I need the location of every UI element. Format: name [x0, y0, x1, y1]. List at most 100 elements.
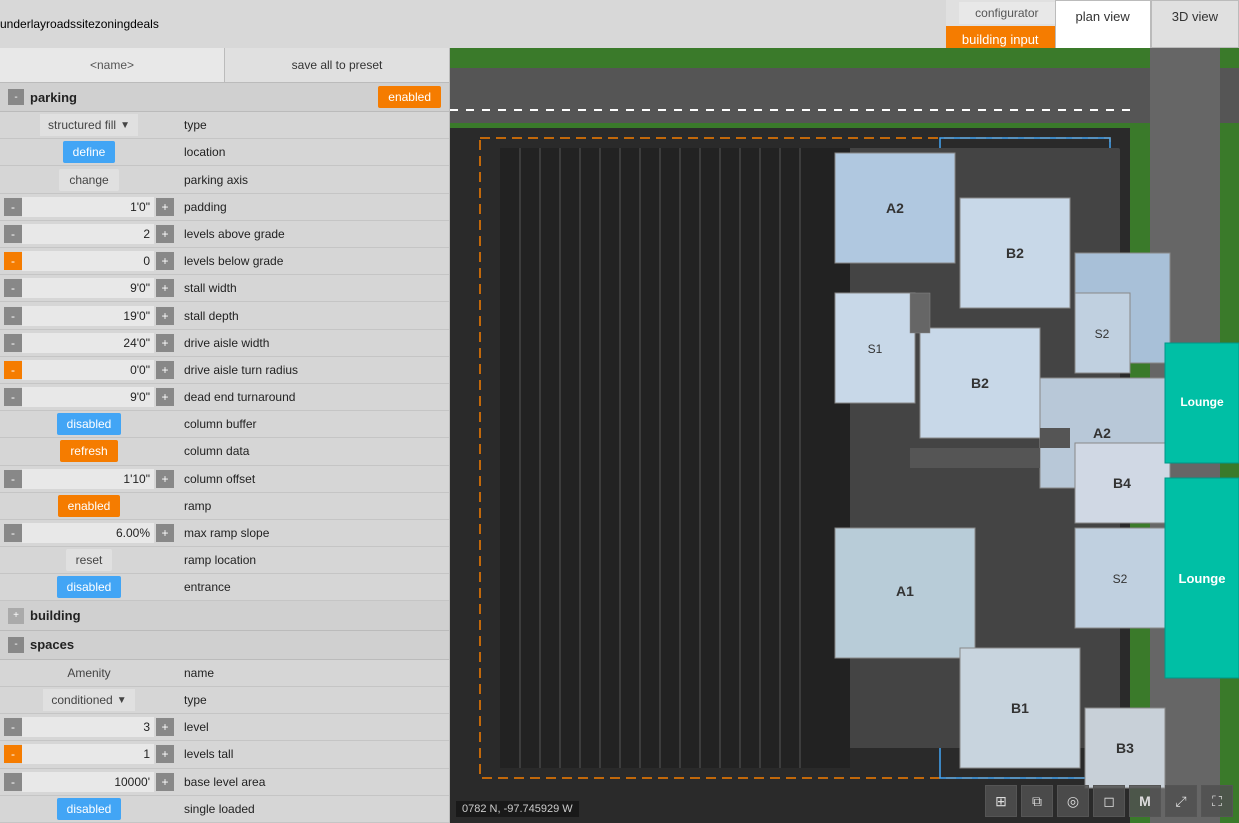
levels-below-label: levels below grade [174, 254, 445, 268]
expand-tool-button[interactable]: ⛶ [1201, 785, 1233, 817]
amenity-name-row: Amenity name [0, 660, 449, 687]
padding-minus-button[interactable]: - [4, 198, 22, 216]
stall-depth-plus-button[interactable]: + [156, 307, 174, 325]
turn-radius-row: - 0'0" + drive aisle turn radius [0, 357, 449, 384]
ramp-button[interactable]: enabled [58, 495, 121, 517]
ramp-location-row: reset ramp location [0, 547, 449, 574]
stall-depth-minus-button[interactable]: - [4, 307, 22, 325]
levels-below-minus-button[interactable]: - [4, 252, 22, 270]
column-buffer-label: column buffer [174, 417, 445, 431]
levels-below-plus-button[interactable]: + [156, 252, 174, 270]
plan-view-tab[interactable]: plan view [1055, 0, 1151, 48]
spaces-section-header[interactable]: - spaces [0, 631, 449, 660]
define-location-row: define location [0, 139, 449, 166]
location-label: location [174, 145, 445, 159]
configurator-label[interactable]: configurator [959, 2, 1054, 24]
drive-aisle-plus-button[interactable]: + [156, 334, 174, 352]
spaces-toggle[interactable]: - [8, 637, 24, 653]
column-data-label: column data [174, 444, 445, 458]
cube-tool-button[interactable]: ◻ [1093, 785, 1125, 817]
dead-end-value: 9'0" [22, 387, 154, 407]
turn-radius-plus-button[interactable]: + [156, 361, 174, 379]
single-loaded-label: single loaded [174, 802, 445, 816]
column-buffer-row: disabled column buffer [0, 411, 449, 438]
amenity-label: Amenity [67, 666, 110, 680]
column-buffer-button[interactable]: disabled [57, 413, 122, 435]
structured-fill-row: structured fill ▼ type [0, 112, 449, 139]
svg-text:A1: A1 [896, 583, 914, 599]
max-ramp-plus-button[interactable]: + [156, 524, 174, 542]
define-button[interactable]: define [63, 141, 116, 163]
entrance-label: entrance [174, 580, 445, 594]
level-minus-button[interactable]: - [4, 718, 22, 736]
map-toolbar: ⊞ ⧉ ◎ ◻ M ⤢ ⛶ [985, 785, 1233, 817]
layers-tool-button[interactable]: ⧉ [1021, 785, 1053, 817]
nav-zoning[interactable]: zoning [95, 17, 130, 31]
stall-width-label: stall width [174, 281, 445, 295]
level-plus-button[interactable]: + [156, 718, 174, 736]
parking-section-header[interactable]: - parking enabled [0, 83, 449, 112]
building-toggle[interactable]: + [8, 608, 24, 624]
levels-above-value: 2 [22, 224, 154, 244]
column-data-button[interactable]: refresh [60, 440, 117, 462]
ramp-location-button[interactable]: reset [66, 549, 113, 571]
parking-enabled-button[interactable]: enabled [378, 86, 441, 108]
spaces-type-label: type [174, 693, 445, 707]
save-preset-button[interactable]: save all to preset [225, 48, 449, 82]
max-ramp-minus-button[interactable]: - [4, 524, 22, 542]
svg-text:Lounge: Lounge [1180, 395, 1224, 409]
dead-end-plus-button[interactable]: + [156, 388, 174, 406]
max-ramp-label: max ramp slope [174, 526, 445, 540]
change-button[interactable]: change [59, 169, 118, 191]
turn-radius-minus-button[interactable]: - [4, 361, 22, 379]
stall-width-minus-button[interactable]: - [4, 279, 22, 297]
nav-roads[interactable]: roads [46, 17, 76, 31]
dead-end-minus-button[interactable]: - [4, 388, 22, 406]
pin-tool-button[interactable]: ◎ [1057, 785, 1089, 817]
levels-tall-plus-button[interactable]: + [156, 745, 174, 763]
levels-above-plus-button[interactable]: + [156, 225, 174, 243]
drive-aisle-minus-button[interactable]: - [4, 334, 22, 352]
ramp-label: ramp [174, 499, 445, 513]
levels-tall-value: 1 [22, 744, 154, 764]
svg-text:Lounge: Lounge [1179, 571, 1226, 586]
entrance-button[interactable]: disabled [57, 576, 122, 598]
structured-fill-dropdown[interactable]: structured fill ▼ [40, 114, 138, 136]
single-loaded-row: disabled single loaded [0, 796, 449, 823]
padding-plus-button[interactable]: + [156, 198, 174, 216]
column-offset-row: - 1'10" + column offset [0, 466, 449, 493]
nav-underlay[interactable]: underlay [0, 17, 46, 31]
levels-above-row: - 2 + levels above grade [0, 221, 449, 248]
building-section-header[interactable]: + building [0, 601, 449, 630]
svg-text:B1: B1 [1011, 700, 1029, 716]
map-area[interactable]: A2 B2 A2 S2 S1 B2 A2 [450, 48, 1239, 823]
stall-depth-row: - 19'0" + stall depth [0, 302, 449, 329]
conditioned-dropdown[interactable]: conditioned ▼ [43, 689, 134, 711]
base-level-minus-button[interactable]: - [4, 773, 22, 791]
nav-site[interactable]: site [76, 17, 95, 31]
level-label: level [174, 720, 445, 734]
dead-end-row: - 9'0" + dead end turnaround [0, 384, 449, 411]
nav-deals[interactable]: deals [130, 17, 159, 31]
levels-below-row: - 0 + levels below grade [0, 248, 449, 275]
svg-text:S1: S1 [868, 342, 883, 356]
single-loaded-button[interactable]: disabled [57, 798, 122, 820]
base-level-plus-button[interactable]: + [156, 773, 174, 791]
stall-width-plus-button[interactable]: + [156, 279, 174, 297]
column-offset-plus-button[interactable]: + [156, 470, 174, 488]
preset-name-input[interactable]: <name> [0, 48, 225, 82]
svg-text:S2: S2 [1113, 572, 1128, 586]
level-value: 3 [22, 717, 154, 737]
levels-above-minus-button[interactable]: - [4, 225, 22, 243]
padding-row: - 1'0" + padding [0, 194, 449, 221]
grid-tool-button[interactable]: ⊞ [985, 785, 1017, 817]
levels-tall-minus-button[interactable]: - [4, 745, 22, 763]
turn-radius-value: 0'0" [22, 360, 154, 380]
parking-axis-label: parking axis [174, 173, 445, 187]
3d-view-tab[interactable]: 3D view [1151, 0, 1239, 48]
measure-tool-button[interactable]: M [1129, 785, 1161, 817]
parking-toggle[interactable]: - [8, 89, 24, 105]
column-offset-minus-button[interactable]: - [4, 470, 22, 488]
base-level-row: - 10000' + base level area [0, 769, 449, 796]
arrows-tool-button[interactable]: ⤢ [1165, 785, 1197, 817]
